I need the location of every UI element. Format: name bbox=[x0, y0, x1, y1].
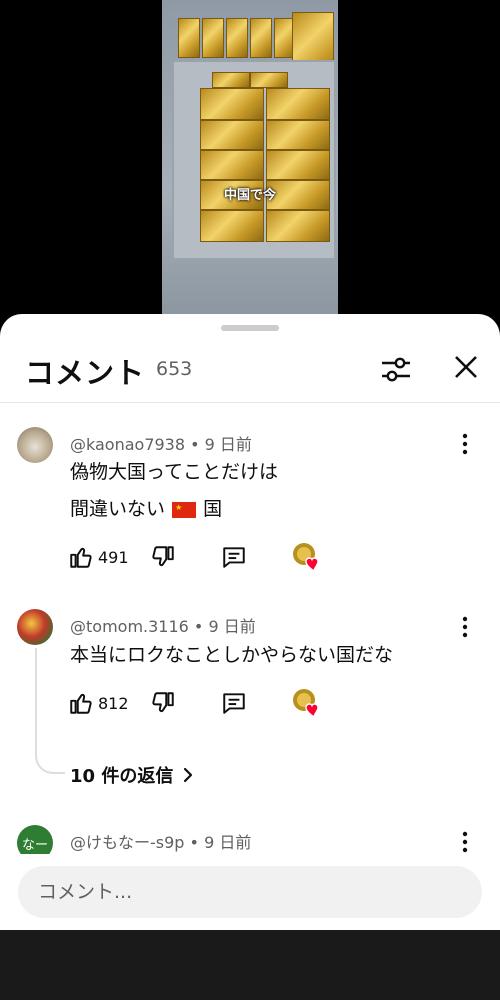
more-options-icon[interactable] bbox=[453, 830, 477, 854]
comment-time: 9 日前 bbox=[204, 435, 252, 454]
gold-bar bbox=[266, 120, 330, 150]
comment-text: 本当にロクなことしかやらない国だな bbox=[70, 637, 393, 674]
view-replies-button[interactable]: 10 件の返信 bbox=[70, 762, 197, 788]
video-caption: 中国で今 bbox=[223, 188, 276, 203]
gold-bar bbox=[200, 150, 264, 180]
video-player[interactable]: 中国で今 bbox=[0, 0, 500, 330]
gold-bar bbox=[200, 88, 264, 120]
comment-line: 間違いない ★ 国 bbox=[70, 491, 278, 528]
comment-text: 偽物大国ってことだけは 間違いない ★ 国 bbox=[70, 454, 278, 528]
reply-button[interactable] bbox=[221, 688, 247, 718]
comment-meta: @けもなー-s9p • 9 日前 bbox=[70, 829, 251, 853]
more-options-icon[interactable] bbox=[453, 432, 477, 456]
gold-bar bbox=[178, 18, 200, 58]
reply-icon bbox=[223, 693, 245, 714]
thumbs-down-icon bbox=[152, 692, 174, 713]
avatar[interactable] bbox=[17, 427, 53, 463]
meta-separator: • bbox=[189, 833, 205, 852]
avatar[interactable] bbox=[17, 609, 53, 645]
like-button[interactable]: 491 bbox=[68, 542, 129, 572]
creator-heart-icon bbox=[292, 688, 322, 719]
gold-bar bbox=[212, 72, 250, 88]
header-divider bbox=[0, 402, 500, 403]
gold-bar bbox=[250, 72, 288, 88]
system-nav-area bbox=[0, 930, 500, 1000]
comment-meta: @tomom.3116 • 9 日前 bbox=[70, 613, 256, 637]
replies-label: 10 件の返信 bbox=[70, 766, 174, 787]
reply-thread-line bbox=[35, 648, 65, 774]
drag-handle[interactable] bbox=[221, 325, 279, 331]
thumbs-down-icon bbox=[152, 546, 174, 567]
reply-icon bbox=[223, 547, 245, 568]
avatar-initials: なー bbox=[21, 837, 48, 853]
meta-separator: • bbox=[190, 435, 205, 454]
gold-bar bbox=[202, 18, 224, 58]
comments-header: コメント 653 bbox=[0, 342, 500, 402]
comment-actions: 491 bbox=[68, 542, 338, 573]
reply-button[interactable] bbox=[221, 542, 247, 572]
dislike-button[interactable] bbox=[150, 688, 176, 718]
like-count: 812 bbox=[98, 693, 129, 713]
like-button[interactable]: 812 bbox=[68, 688, 129, 718]
comment-count: 653 bbox=[156, 358, 193, 380]
comment-author[interactable]: @tomom.3116 bbox=[70, 617, 189, 636]
dislike-button[interactable] bbox=[150, 542, 176, 572]
close-icon[interactable] bbox=[450, 351, 482, 383]
china-flag-icon: ★ bbox=[172, 501, 197, 518]
comments-title: コメント bbox=[25, 356, 146, 390]
comments-sheet: コメント 653 @kaonao7938 • 9 日前 偽物大国ってことだけは … bbox=[0, 314, 500, 930]
like-count: 491 bbox=[98, 547, 129, 567]
thumbs-up-icon bbox=[70, 693, 92, 714]
more-options-icon[interactable] bbox=[453, 615, 477, 639]
gold-bar bbox=[250, 18, 272, 58]
comment-line-part: 間違いない bbox=[70, 498, 166, 520]
comment-line-part: 国 bbox=[203, 498, 223, 520]
gold-bar bbox=[266, 210, 330, 242]
comment-input[interactable] bbox=[18, 866, 482, 918]
comment-line: 本当にロクなことしかやらない国だな bbox=[70, 644, 394, 666]
video-frame: 中国で今 bbox=[162, 0, 338, 318]
thumbs-up-icon bbox=[70, 547, 92, 568]
comment-meta: @kaonao7938 • 9 日前 bbox=[70, 431, 252, 455]
comment-author[interactable]: @kaonao7938 bbox=[70, 435, 185, 454]
meta-separator: • bbox=[193, 617, 209, 636]
gold-bar bbox=[200, 210, 264, 242]
gold-bar bbox=[266, 88, 330, 120]
chevron-right-icon bbox=[184, 767, 193, 783]
gold-bar bbox=[200, 120, 264, 150]
comment-line: 偽物大国ってことだけは bbox=[70, 461, 279, 483]
filter-icon[interactable] bbox=[378, 351, 414, 387]
gold-bar bbox=[226, 18, 248, 58]
comment-time: 9 日前 bbox=[204, 833, 252, 852]
comment-input-bar bbox=[0, 854, 500, 930]
comment-author[interactable]: @けもなー-s9p bbox=[70, 833, 184, 852]
gold-bar bbox=[266, 150, 330, 180]
creator-heart-icon bbox=[292, 542, 322, 573]
comment-time: 9 日前 bbox=[208, 617, 256, 636]
comment-actions: 812 bbox=[68, 688, 338, 719]
